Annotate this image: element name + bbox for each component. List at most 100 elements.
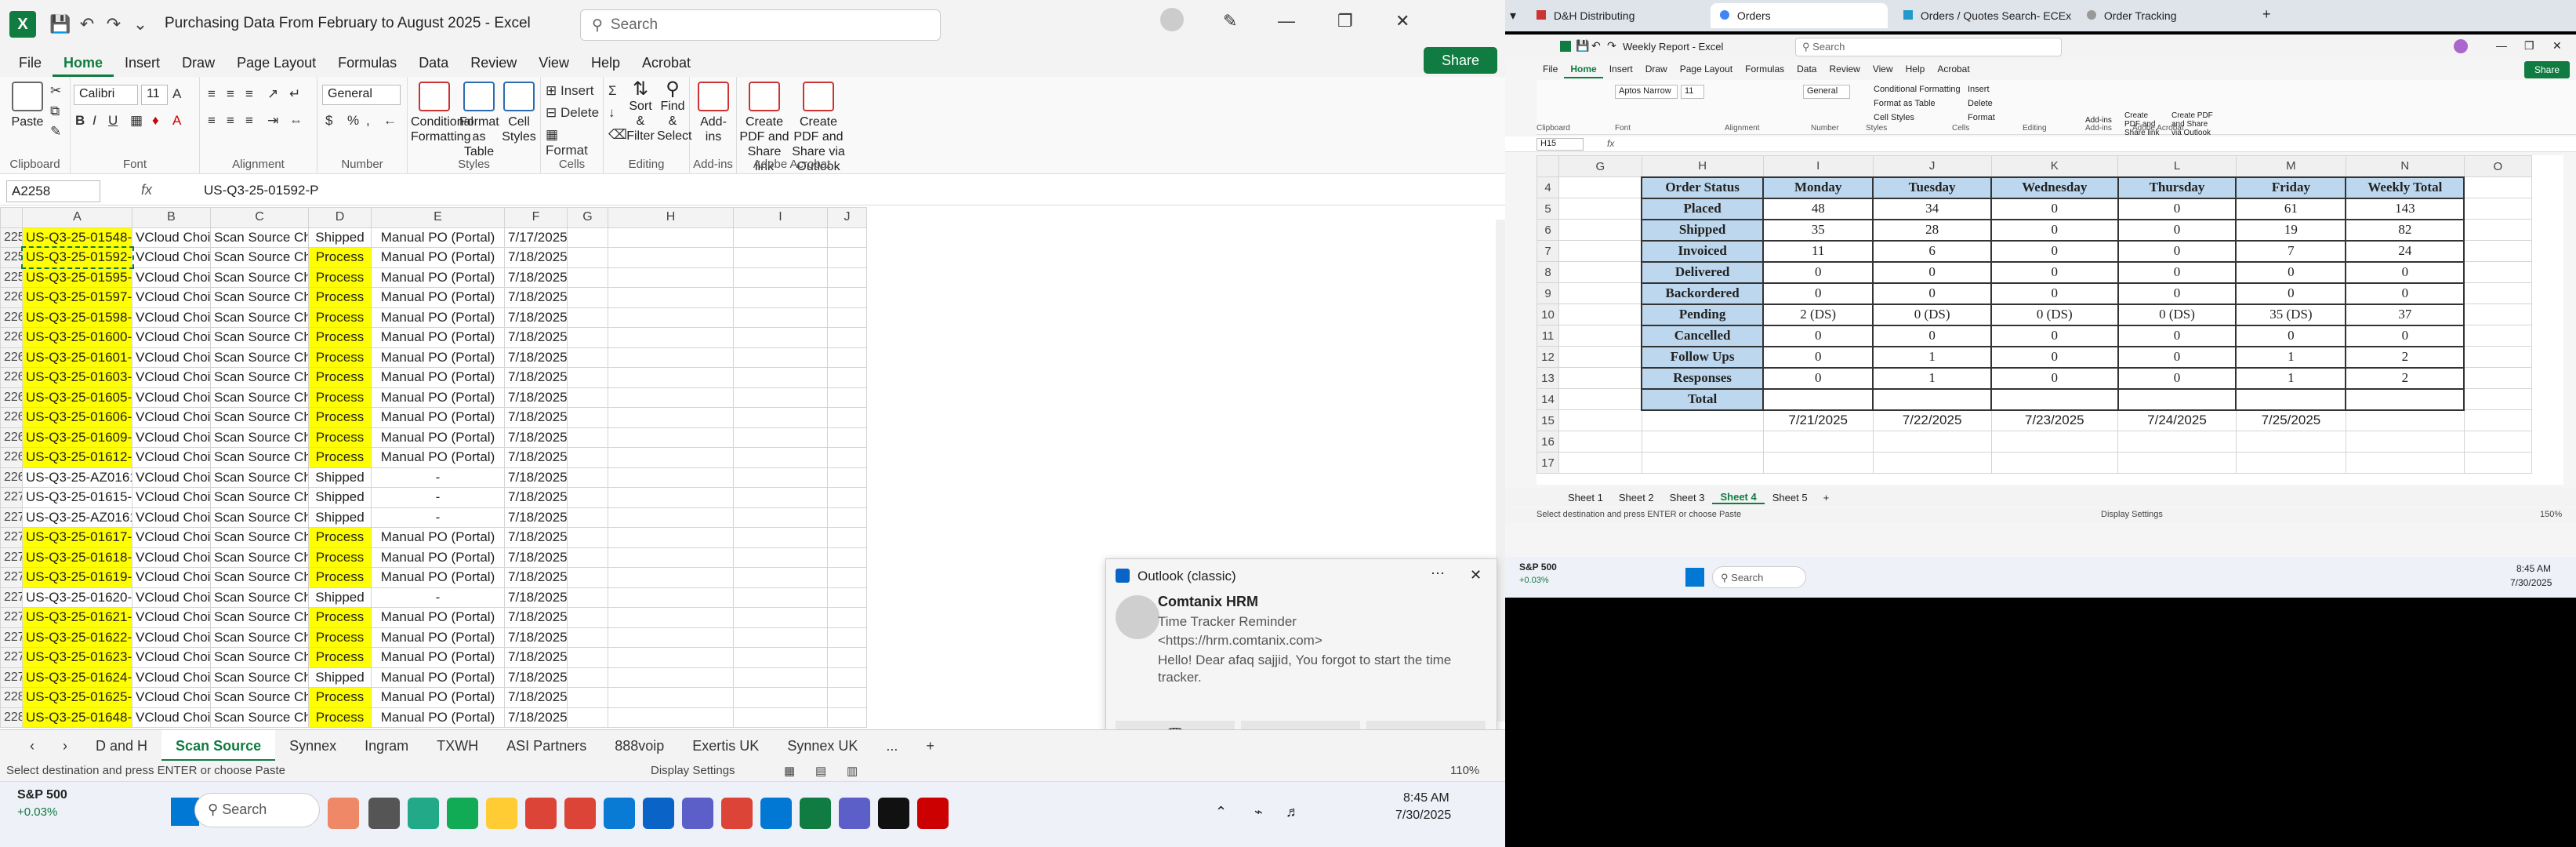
cell[interactable]: Scan Source Choice xyxy=(210,487,309,508)
cell[interactable]: Follow Ups xyxy=(1641,345,1765,369)
sheet-tab[interactable]: Ingram xyxy=(350,730,423,762)
cell[interactable] xyxy=(608,447,734,468)
cell[interactable]: Manual PO (Portal) xyxy=(371,447,505,468)
cell[interactable] xyxy=(733,227,828,248)
underline-icon[interactable]: U xyxy=(108,113,118,129)
cell[interactable]: Scan Source Choice xyxy=(210,607,309,628)
cell[interactable]: Process xyxy=(308,567,372,588)
cell[interactable]: 7/18/2025 xyxy=(504,607,568,628)
font-color-icon[interactable]: A xyxy=(172,113,181,129)
cell[interactable] xyxy=(567,407,608,428)
cell[interactable] xyxy=(2235,452,2346,474)
font-name-select[interactable]: Calibri xyxy=(74,85,138,105)
font-size-select[interactable]: 11 xyxy=(1681,85,1704,99)
column-header[interactable]: F xyxy=(504,207,568,228)
cell[interactable]: Scan Source Choice xyxy=(210,647,309,668)
cell[interactable] xyxy=(2463,431,2533,453)
new-tab-icon[interactable]: + xyxy=(2262,6,2271,23)
cell[interactable]: Scan Source Choice xyxy=(210,587,309,608)
excel-icon[interactable] xyxy=(800,798,831,829)
cell[interactable] xyxy=(733,287,828,308)
find-select-button[interactable]: ⚲ Find & Select xyxy=(657,80,691,144)
cell[interactable]: VCloud Choice xyxy=(132,447,211,468)
cell[interactable] xyxy=(2463,304,2533,325)
calculator-icon[interactable] xyxy=(447,798,478,829)
select-all-corner[interactable] xyxy=(1537,155,1559,177)
chevron-up-icon[interactable]: ⌃ xyxy=(1215,804,1227,820)
align-right-icon[interactable]: ≡ xyxy=(245,113,253,129)
cell[interactable]: VCloud Choice xyxy=(132,247,211,268)
cell[interactable]: 7/25/2025 xyxy=(2235,409,2346,431)
cell[interactable]: US-Q3-25-01600-P xyxy=(22,327,132,348)
cell[interactable]: 7/18/2025 xyxy=(504,627,568,648)
cell[interactable] xyxy=(733,487,828,508)
browser-tab[interactable]: D&H Distributing xyxy=(1527,3,1704,28)
chrome-icon[interactable] xyxy=(525,798,557,829)
align-middle-icon[interactable]: ≡ xyxy=(227,86,234,102)
cell[interactable]: Scan Source Choice xyxy=(210,287,309,308)
cell[interactable]: 34 xyxy=(1872,197,1993,220)
cell[interactable] xyxy=(733,647,828,668)
next-sheet-icon[interactable]: › xyxy=(49,730,82,762)
cell[interactable]: US-Q3-25-01615-P xyxy=(22,487,132,508)
copy-icon[interactable]: ⧉ xyxy=(50,104,60,119)
menu-data[interactable]: Data xyxy=(1791,61,1823,78)
cell[interactable]: US-Q3-25-01601-P xyxy=(22,347,132,368)
fill-icon[interactable]: ↓ xyxy=(608,105,615,121)
cell[interactable] xyxy=(733,267,828,288)
formula-input[interactable]: US-Q3-25-01592-P xyxy=(204,183,318,198)
view-break-icon[interactable]: ▥ xyxy=(847,764,858,778)
search-input[interactable]: ⚲ Search xyxy=(580,9,941,41)
cell[interactable]: 0 xyxy=(1990,260,2119,284)
cell[interactable]: 0 xyxy=(1990,282,2119,305)
cell[interactable]: Order Status xyxy=(1641,176,1765,199)
menu-review[interactable]: Review xyxy=(1823,61,1866,78)
cell[interactable]: 35 (DS) xyxy=(2235,303,2347,326)
row-number[interactable]: 2273 xyxy=(0,547,23,568)
cell[interactable] xyxy=(608,507,734,528)
undo-icon[interactable]: ↶ xyxy=(1591,39,1601,53)
conditional-formatting-button[interactable]: Conditional Formatting xyxy=(1874,85,1961,94)
cell[interactable] xyxy=(733,467,828,488)
zoom-level[interactable]: 110% xyxy=(1450,764,1479,777)
cell[interactable] xyxy=(827,447,867,468)
autosum-icon[interactable]: Σ xyxy=(608,83,617,99)
cell[interactable]: Process xyxy=(308,387,372,408)
cell[interactable] xyxy=(608,547,734,568)
cell[interactable]: Manual PO (Portal) xyxy=(371,427,505,448)
cell[interactable] xyxy=(827,667,867,688)
menu-file[interactable]: File xyxy=(8,49,53,77)
taskbar-search[interactable]: ⚲ Search xyxy=(194,793,320,827)
grow-font-icon[interactable]: A xyxy=(172,86,181,102)
cell[interactable] xyxy=(827,607,867,628)
app-icon[interactable] xyxy=(760,798,792,829)
cell[interactable] xyxy=(608,327,734,348)
cell[interactable]: US-Q3-25-01592-P xyxy=(20,245,134,269)
cell[interactable] xyxy=(827,307,867,328)
cell[interactable]: Placed xyxy=(1641,197,1765,220)
row-number[interactable]: 10 xyxy=(1537,304,1559,325)
cell[interactable] xyxy=(733,707,828,728)
prev-sheet-icon[interactable]: ‹ xyxy=(16,730,49,762)
cell[interactable]: Scan Source Choice xyxy=(210,327,309,348)
row-number[interactable]: 2257 xyxy=(0,227,23,248)
cell[interactable]: Shipped xyxy=(308,487,372,508)
cell[interactable]: 7/18/2025 xyxy=(504,707,568,728)
row-number[interactable]: 2263 xyxy=(0,347,23,368)
cell[interactable] xyxy=(1762,452,1874,474)
cell[interactable] xyxy=(2463,261,2533,283)
cell[interactable]: 7/18/2025 xyxy=(504,467,568,488)
cell[interactable]: 0 xyxy=(1990,366,2119,390)
format-painter-icon[interactable]: ✎ xyxy=(50,124,61,140)
cell[interactable]: Shipped xyxy=(308,507,372,528)
more-sheets[interactable]: ... xyxy=(872,730,912,762)
cell[interactable] xyxy=(608,567,734,588)
cell[interactable]: 7/18/2025 xyxy=(504,487,568,508)
menu-page-layout[interactable]: Page Layout xyxy=(1674,61,1739,78)
tab-menu-icon[interactable]: ▾ xyxy=(1510,8,1516,24)
cell[interactable]: Shipped xyxy=(308,227,372,248)
cell[interactable]: Process xyxy=(308,447,372,468)
bold-icon[interactable]: B xyxy=(75,113,85,129)
cell[interactable] xyxy=(567,307,608,328)
cell[interactable]: Total xyxy=(1641,387,1765,411)
